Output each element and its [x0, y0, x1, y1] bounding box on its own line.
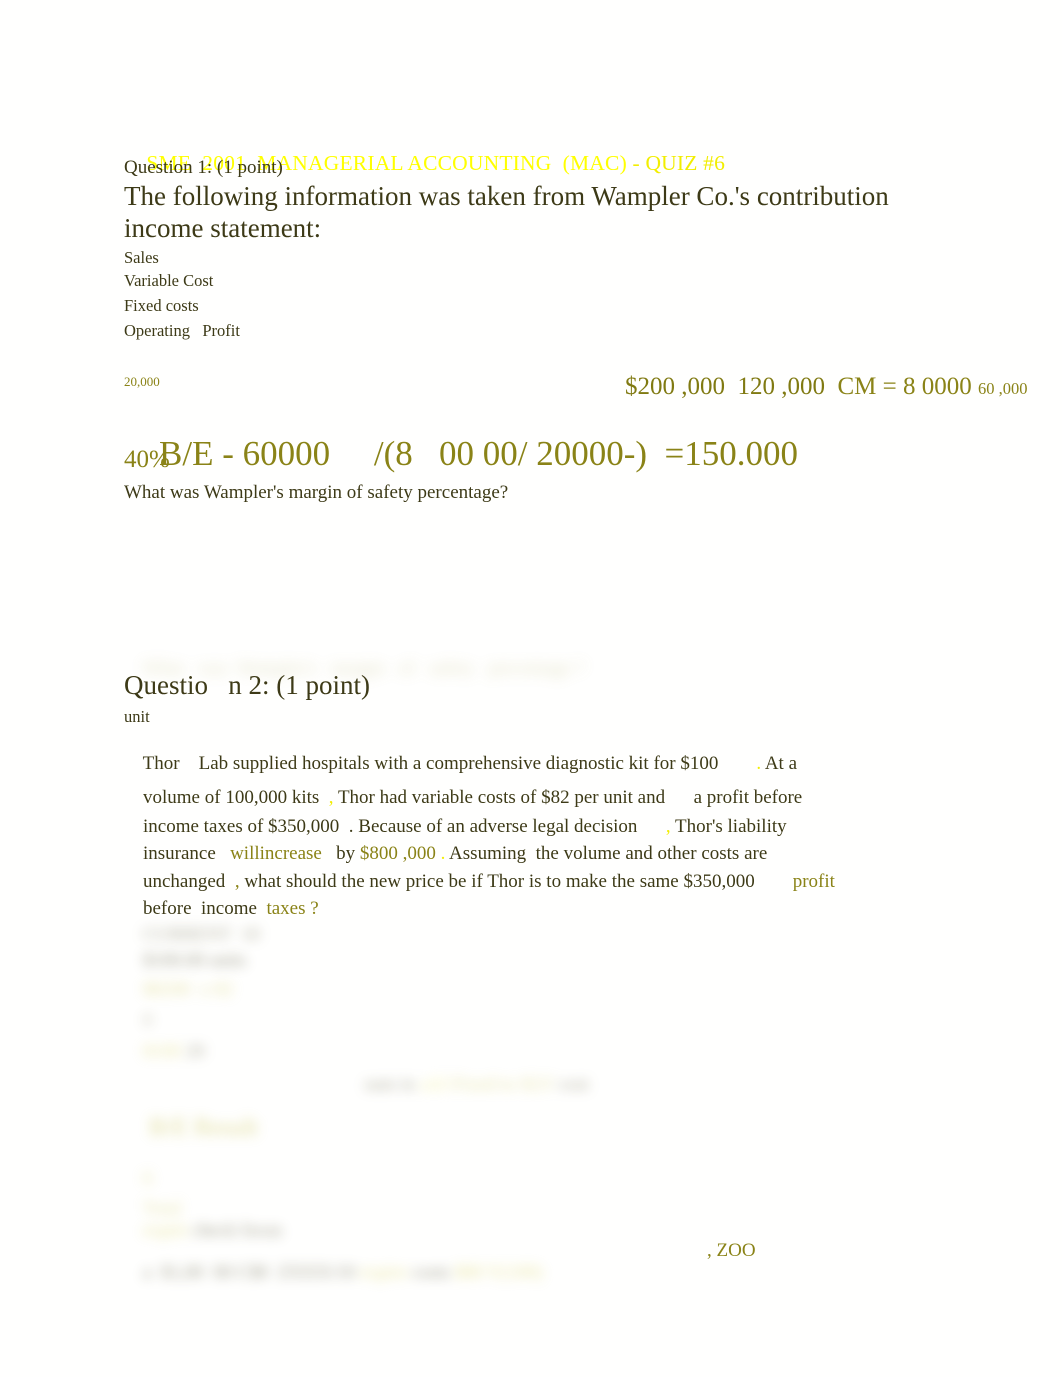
illegible-work-block-2-row-1: sum in add Fixed to SLV cost	[364, 1074, 589, 1095]
statement-row-variable-cost: Variable Cost	[124, 271, 214, 290]
break-even-percentage: 40%	[124, 446, 170, 473]
statement-row-sales: Sales	[124, 248, 159, 267]
q2-l6-c: taxes	[256, 898, 306, 919]
course-name-text: MANAGERIAL ACCOUNTING (MAC)	[257, 151, 627, 175]
question-1-label: Question 1: (1 point)	[124, 157, 283, 178]
statement-row-fixed-costs: Fixed costs	[124, 296, 199, 315]
question-1-prompt-line-1: The following information was taken from…	[124, 181, 889, 211]
trailing-fragment: , ZOO	[707, 1240, 756, 1261]
figure-cm-small: 60 ,000	[978, 379, 1028, 398]
question-2-sublabel: unit	[124, 707, 150, 726]
break-even-expr-1: B/E - 60000	[159, 434, 331, 473]
q2-l6-q: ?	[310, 898, 319, 919]
figure-cm-label: CM = 8 0000	[837, 373, 972, 400]
question-1-prompt-line-2: income statement:	[124, 213, 322, 243]
document-page: SME 2001 MANAGERIAL ACCOUNTING (MAC) - Q…	[0, 0, 1062, 1377]
statement-row-operating-profit: Operating Profit	[124, 321, 240, 340]
break-even-expr-3: =150.000	[664, 434, 799, 473]
break-even-expr-2: /(8 00 00/ 20000-)	[373, 434, 648, 473]
question-2-label: Questio n 2: (1 point)	[124, 670, 370, 700]
illegible-final-line: a $1,00 00 C$0 ZXXX/10 expire costs $80 …	[143, 1262, 543, 1283]
question-1-text: What was Wampler's margin of safety perc…	[124, 482, 509, 503]
figure-operating-profit: 20,000	[124, 374, 160, 389]
quiz-label-text: - QUIZ #6	[632, 151, 726, 175]
illegible-work-block-1-row-5: 8100 20	[143, 1041, 205, 1062]
q2-l5-c: profit	[792, 871, 835, 892]
